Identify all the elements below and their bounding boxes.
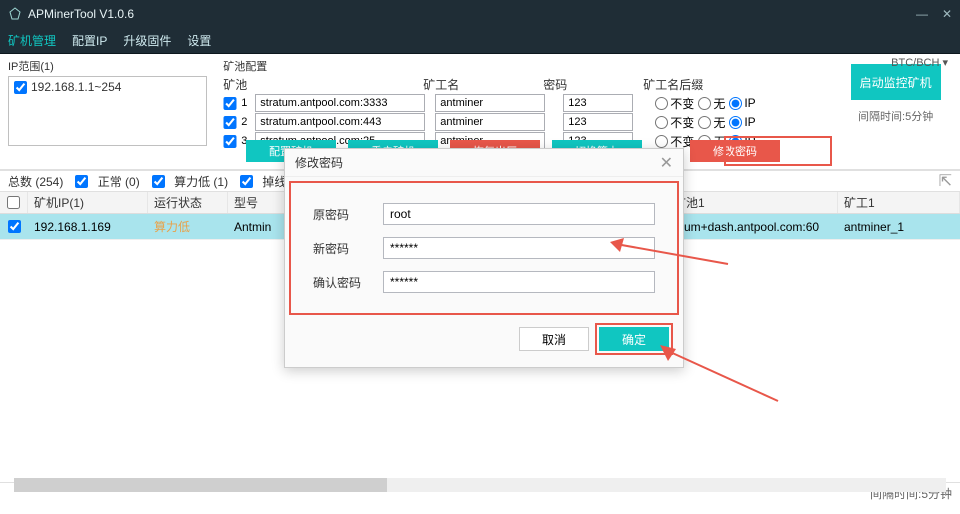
pool-worker-input[interactable] — [435, 94, 545, 112]
col-state[interactable]: 运行状态 — [148, 192, 228, 213]
horizontal-scrollbar[interactable] — [14, 478, 946, 492]
minimize-button[interactable]: — — [916, 7, 928, 21]
menu-bar: 矿机管理 配置IP 升级固件 设置 — [0, 28, 960, 54]
col-worker1[interactable]: 矿工1 — [838, 192, 960, 213]
ip-range-checkbox[interactable] — [14, 81, 27, 94]
pool-header-password: 密码 — [543, 76, 643, 93]
dialog-ok-button[interactable]: 确定 — [599, 327, 669, 351]
confirm-password-input[interactable] — [383, 271, 655, 293]
pool-worker-input[interactable] — [435, 113, 545, 131]
ip-range-panel: IP范围(1) 192.168.1.1~254 — [0, 54, 215, 169]
pool-header-suffix: 矿工名后缀 — [643, 76, 823, 93]
col-ip[interactable]: 矿机IP(1) — [28, 192, 148, 213]
pool-url-input[interactable] — [255, 113, 425, 131]
suffix-radio-none[interactable]: 无 — [698, 114, 725, 131]
pool-config-label: 矿池配置 — [223, 58, 823, 74]
pool-header-pool: 矿池 — [223, 76, 423, 93]
ip-range-text: 192.168.1.1~254 — [31, 80, 121, 94]
pool-row-checkbox[interactable] — [223, 116, 237, 129]
pool-row-checkbox[interactable] — [223, 135, 237, 148]
suffix-radio-keep[interactable]: 不变 — [655, 95, 694, 112]
suffix-radio-keep[interactable]: 不变 — [655, 114, 694, 131]
new-password-input[interactable] — [383, 237, 655, 259]
pool-password-input[interactable] — [563, 113, 633, 131]
ip-range-label: IP范围(1) — [8, 58, 207, 74]
menu-miner-manage[interactable]: 矿机管理 — [8, 28, 56, 53]
pool-header-worker: 矿工名 — [423, 76, 543, 93]
pool-password-input[interactable] — [563, 94, 633, 112]
close-button[interactable]: ✕ — [942, 7, 952, 21]
status-offline-checkbox[interactable] — [240, 175, 253, 188]
row-checkbox[interactable] — [8, 220, 21, 233]
app-title: APMinerTool V1.0.6 — [28, 7, 134, 21]
ip-range-item[interactable]: 192.168.1.1~254 — [13, 79, 202, 95]
change-password-dialog: 修改密码 ✕ 原密码 新密码 确认密码 取消 确定 — [284, 148, 684, 368]
select-all-checkbox[interactable] — [7, 196, 20, 209]
confirm-password-label: 确认密码 — [313, 274, 383, 291]
suffix-radio-ip[interactable]: IP — [729, 96, 755, 110]
suffix-radio-none[interactable]: 无 — [698, 95, 725, 112]
export-icon[interactable]: ⇱ — [939, 171, 952, 191]
status-lowhash-checkbox[interactable] — [152, 175, 165, 188]
status-normal[interactable]: 正常 (0) — [75, 173, 139, 190]
old-password-input[interactable] — [383, 203, 655, 225]
dialog-title: 修改密码 — [295, 154, 343, 171]
pool-row: 2 不变 无 IP — [223, 113, 823, 131]
cell-worker: antminer_1 — [838, 220, 960, 234]
interval-note: 间隔时间:5分钟 — [858, 108, 933, 124]
col-pool1[interactable]: 矿池1 — [668, 192, 838, 213]
coin-selector[interactable]: BTC/BCH ▾ — [891, 56, 948, 69]
start-monitor-button[interactable]: 启动监控矿机 — [851, 64, 941, 100]
dialog-cancel-button[interactable]: 取消 — [519, 327, 589, 351]
pool-row-checkbox[interactable] — [223, 97, 237, 110]
status-normal-checkbox[interactable] — [75, 175, 88, 188]
menu-upgrade[interactable]: 升级固件 — [123, 28, 171, 53]
suffix-radio-ip[interactable]: IP — [729, 115, 755, 129]
cell-ip: 192.168.1.169 — [28, 220, 148, 234]
side-action-panel: 启动监控矿机 间隔时间:5分钟 — [831, 54, 960, 169]
title-bar: APMinerTool V1.0.6 — ✕ — [0, 0, 960, 28]
dialog-close-button[interactable]: ✕ — [660, 153, 673, 173]
change-password-button[interactable]: 修改密码 — [690, 140, 780, 162]
status-total: 总数 (254) — [8, 173, 63, 190]
new-password-label: 新密码 — [313, 240, 383, 257]
pool-row-index: 2 — [241, 116, 251, 128]
pool-url-input[interactable] — [255, 94, 425, 112]
ip-range-list: 192.168.1.1~254 — [8, 76, 207, 146]
old-password-label: 原密码 — [313, 206, 383, 223]
app-logo-icon — [8, 7, 22, 21]
pool-row-index: 1 — [241, 97, 251, 109]
status-lowhash[interactable]: 算力低 (1) — [152, 173, 228, 190]
cell-pool: atum+dash.antpool.com:60 — [668, 220, 838, 234]
menu-config-ip[interactable]: 配置IP — [72, 28, 107, 53]
pool-row: 1 不变 无 IP — [223, 94, 823, 112]
menu-settings[interactable]: 设置 — [187, 28, 211, 53]
cell-state: 算力低 — [148, 218, 228, 235]
